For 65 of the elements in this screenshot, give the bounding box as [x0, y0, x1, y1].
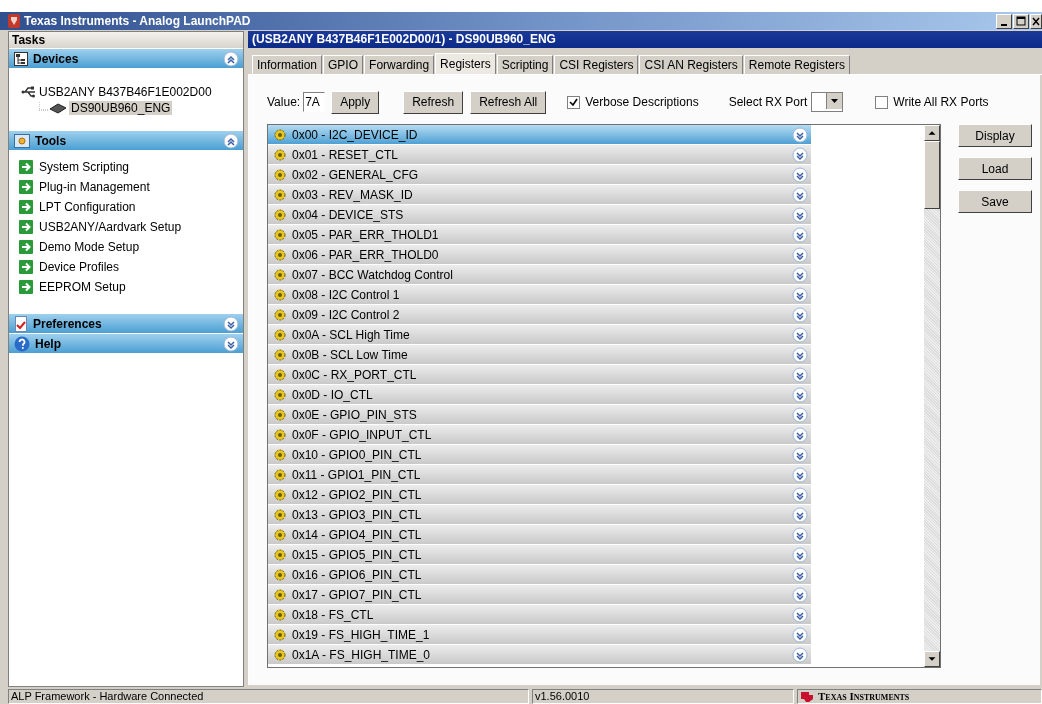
- tree-item[interactable]: USB2ANY B437B46F1E002D00: [39, 85, 212, 99]
- register-row[interactable]: 0x1A - FS_HIGH_TIME_0: [268, 645, 811, 665]
- register-row[interactable]: 0x09 - I2C Control 2: [268, 305, 811, 325]
- toolbar-button[interactable]: Refresh: [403, 90, 464, 114]
- register-row[interactable]: 0x16 - GPIO6_PIN_CTL: [268, 565, 811, 585]
- tree-item[interactable]: DS90UB960_ENG: [69, 101, 173, 115]
- tool-link[interactable]: System Scripting: [39, 160, 130, 174]
- tab[interactable]: CSI Registers: [554, 55, 639, 74]
- register-row[interactable]: 0x0D - IO_CTL: [268, 385, 811, 405]
- register-row[interactable]: 0x19 - FS_HIGH_TIME_1: [268, 625, 811, 645]
- register-row[interactable]: 0x0F - GPIO_INPUT_CTL: [268, 425, 811, 445]
- side-button[interactable]: Load: [958, 157, 1032, 180]
- rx-port-label: Select RX Port: [728, 95, 808, 109]
- section-header[interactable]: Help: [9, 333, 243, 353]
- register-row[interactable]: 0x0A - SCL High Time: [268, 325, 811, 345]
- tab[interactable]: GPIO: [323, 55, 364, 74]
- section-header[interactable]: Devices: [9, 48, 243, 68]
- register-row[interactable]: 0x0E - GPIO_PIN_STS: [268, 405, 811, 425]
- tool-link[interactable]: LPT Configuration: [39, 200, 136, 214]
- tool-link[interactable]: Plug-in Management: [39, 180, 150, 194]
- side-button[interactable]: Display: [958, 124, 1032, 147]
- register-row[interactable]: 0x02 - GENERAL_CFG: [268, 165, 811, 185]
- section-header[interactable]: Tools: [9, 130, 243, 150]
- toolbar-button[interactable]: Refresh All: [470, 90, 547, 114]
- checkbox-label: Write All RX Ports: [893, 95, 989, 109]
- register-row[interactable]: 0x01 - RESET_CTL: [268, 145, 811, 165]
- register-row[interactable]: 0x0C - RX_PORT_CTL: [268, 365, 811, 385]
- version-label: v1.56.0010: [532, 689, 794, 704]
- side-button[interactable]: Save: [958, 190, 1032, 213]
- register-row[interactable]: 0x07 - BCC Watchdog Control: [268, 265, 811, 285]
- register-row[interactable]: 0x03 - REV_MASK_ID: [268, 185, 811, 205]
- register-row[interactable]: 0x0B - SCL Low Time: [268, 345, 811, 365]
- register-row[interactable]: 0x17 - GPIO7_PIN_CTL: [268, 585, 811, 605]
- register-row[interactable]: 0x08 - I2C Control 1: [268, 285, 811, 305]
- panel-header: (USB2ANY B437B46F1E002D00/1) - DS90UB960_ENG: [248, 31, 1042, 48]
- toolbar-button[interactable]: Apply: [331, 90, 380, 114]
- tab[interactable]: Remote Registers: [743, 55, 850, 74]
- value-field[interactable]: 7A: [303, 92, 326, 112]
- register-row[interactable]: 0x05 - PAR_ERR_THOLD1: [268, 225, 811, 245]
- window-title: Texas Instruments - Analog LaunchPAD: [24, 14, 252, 28]
- register-row[interactable]: 0x00 - I2C_DEVICE_ID: [268, 125, 811, 145]
- tool-link[interactable]: EEPROM Setup: [39, 280, 126, 294]
- tool-link[interactable]: Demo Mode Setup: [39, 240, 140, 254]
- checkbox-label: Verbose Descriptions: [585, 95, 699, 109]
- brand-text: Texas Instruments: [818, 690, 910, 703]
- tab[interactable]: Forwarding: [364, 55, 435, 74]
- register-row[interactable]: 0x18 - FS_CTL: [268, 605, 811, 625]
- register-row[interactable]: 0x15 - GPIO5_PIN_CTL: [268, 545, 811, 565]
- tab[interactable]: CSI AN Registers: [639, 55, 743, 74]
- register-row[interactable]: 0x04 - DEVICE_STS: [268, 205, 811, 225]
- register-row[interactable]: 0x10 - GPIO0_PIN_CTL: [268, 445, 811, 465]
- tool-link[interactable]: Device Profiles: [39, 260, 120, 274]
- status-message: ALP Framework - Hardware Connected: [8, 689, 529, 704]
- section-header[interactable]: Preferences: [9, 313, 243, 333]
- register-row[interactable]: 0x12 - GPIO2_PIN_CTL: [268, 485, 811, 505]
- register-row[interactable]: 0x14 - GPIO4_PIN_CTL: [268, 525, 811, 545]
- register-row[interactable]: 0x13 - GPIO3_PIN_CTL: [268, 505, 811, 525]
- value-label: Value:: [267, 95, 301, 109]
- tab[interactable]: Scripting: [496, 55, 554, 74]
- tool-link[interactable]: USB2ANY/Aardvark Setup: [39, 220, 182, 234]
- tab[interactable]: Information: [252, 55, 323, 74]
- tab[interactable]: Registers: [435, 53, 496, 74]
- register-row[interactable]: 0x11 - GPIO1_PIN_CTL: [268, 465, 811, 485]
- tasks-header: Tasks: [9, 32, 243, 48]
- register-row[interactable]: 0x06 - PAR_ERR_THOLD0: [268, 245, 811, 265]
